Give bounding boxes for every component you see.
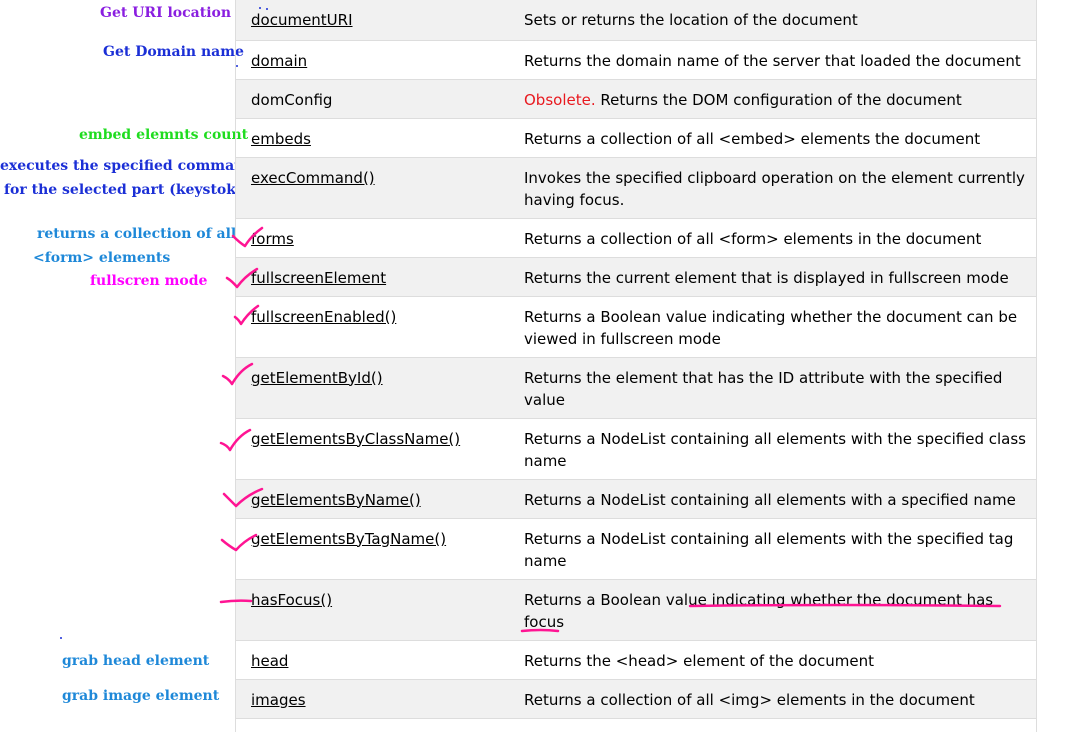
table-row: getElementById() Returns the element tha… bbox=[236, 357, 1036, 418]
property-description: Returns the current element that is disp… bbox=[524, 268, 1009, 287]
property-description: Invokes the specified clipboard operatio… bbox=[524, 168, 1025, 209]
property-link-documenturi[interactable]: documentURI bbox=[251, 11, 353, 29]
note-forms-line2: <form> elements bbox=[33, 250, 171, 266]
note-fullscreen-mode: fullscren mode bbox=[90, 273, 208, 289]
property-link-getelementsbyclassname[interactable]: getElementsByClassName() bbox=[251, 430, 460, 448]
property-description: Returns a collection of all <form> eleme… bbox=[524, 229, 982, 248]
note-execcommand-line2: for the selected part (keystok) bbox=[4, 182, 243, 198]
property-link-fullscreenenabled[interactable]: fullscreenEnabled() bbox=[251, 308, 396, 326]
property-description: Returns a NodeList containing all elemen… bbox=[524, 429, 1026, 470]
table-row: documentURI Sets or returns the location… bbox=[236, 0, 1036, 40]
property-link-getelementsbyname[interactable]: getElementsByName() bbox=[251, 491, 421, 509]
note-uri-rest: URI location bbox=[132, 5, 232, 21]
note-head-element: grab head element bbox=[62, 651, 209, 671]
property-description: Obsolete. Returns the DOM configuration … bbox=[508, 79, 1036, 118]
table-row: getElementsByTagName() Returns a NodeLis… bbox=[236, 518, 1036, 579]
table-row: images Returns a collection of all <img>… bbox=[236, 679, 1036, 718]
table-row: embeds Returns a collection of all <embe… bbox=[236, 118, 1036, 157]
property-link-domain[interactable]: domain bbox=[251, 52, 307, 70]
table-row: forms Returns a collection of all <form>… bbox=[236, 218, 1036, 257]
note-forms-line1: returns a collection of all bbox=[37, 226, 237, 242]
note-head-rest: head element bbox=[102, 653, 210, 669]
property-link-head[interactable]: head bbox=[251, 652, 288, 670]
property-link-hasfocus[interactable]: hasFocus() bbox=[251, 591, 332, 609]
property-description: Returns a collection of all <img> elemen… bbox=[524, 690, 975, 709]
note-execcommand-line1: executes the specified command bbox=[0, 158, 255, 174]
property-link-forms[interactable]: forms bbox=[251, 230, 294, 248]
property-description: Returns a collection of all <embed> elem… bbox=[524, 129, 981, 148]
table-row: getElementsByName() Returns a NodeList c… bbox=[236, 479, 1036, 518]
note-images-grab: grab bbox=[62, 688, 99, 704]
note-images-rest: image element bbox=[102, 688, 220, 704]
table-row: fullscreenEnabled() Returns a Boolean va… bbox=[236, 296, 1036, 357]
property-description: Returns a NodeList containing all elemen… bbox=[524, 529, 1014, 570]
table-row: getElementsByClassName() Returns a NodeL… bbox=[236, 418, 1036, 479]
property-description-text: Returns the DOM configuration of the doc… bbox=[595, 90, 962, 109]
property-description: Returns a Boolean value indicating wheth… bbox=[524, 307, 1018, 348]
property-link-embeds[interactable]: embeds bbox=[251, 130, 311, 148]
ink-dot-icon bbox=[60, 637, 62, 639]
obsolete-label: Obsolete. bbox=[524, 90, 596, 109]
property-description: Returns a Boolean value indicating wheth… bbox=[524, 590, 994, 631]
table-row: domConfig Obsolete. Returns the DOM conf… bbox=[236, 79, 1036, 118]
table-row: hasFocus() Returns a Boolean value indic… bbox=[236, 579, 1036, 640]
property-link-fullscreenelement[interactable]: fullscreenElement bbox=[251, 269, 386, 287]
table-row: execCommand() Invokes the specified clip… bbox=[236, 157, 1036, 218]
note-domain-name: Get Domain name bbox=[103, 44, 244, 60]
table-row: fullscreenElement Returns the current el… bbox=[236, 257, 1036, 296]
property-link-getelementsbytagname[interactable]: getElementsByTagName() bbox=[251, 530, 446, 548]
note-uri-get: Get bbox=[100, 5, 128, 21]
property-description: Sets or returns the location of the docu… bbox=[524, 11, 858, 29]
property-description: Returns the domain name of the server th… bbox=[524, 51, 1021, 70]
property-description: Returns the element that has the ID attr… bbox=[524, 368, 1003, 409]
table-row: domain Returns the domain name of the se… bbox=[236, 40, 1036, 79]
document-properties-table: documentURI Sets or returns the location… bbox=[236, 0, 1036, 719]
property-link-images[interactable]: images bbox=[251, 691, 306, 709]
property-description: Returns a NodeList containing all elemen… bbox=[524, 490, 1016, 509]
note-head-grab: grab bbox=[62, 653, 99, 669]
property-description: Returns the <head> element of the docume… bbox=[524, 651, 875, 670]
table-row: head Returns the <head> element of the d… bbox=[236, 640, 1036, 679]
note-image-element: grab image element bbox=[62, 686, 219, 706]
reference-table-container: documentURI Sets or returns the location… bbox=[235, 0, 1037, 732]
property-name-domconfig: domConfig bbox=[251, 90, 333, 109]
note-uri-location: Get URI location bbox=[100, 3, 231, 23]
property-link-execcommand[interactable]: execCommand() bbox=[251, 169, 375, 187]
note-embeds-count: embed elemnts count bbox=[79, 127, 249, 143]
property-link-getelementbyid[interactable]: getElementById() bbox=[251, 369, 383, 387]
